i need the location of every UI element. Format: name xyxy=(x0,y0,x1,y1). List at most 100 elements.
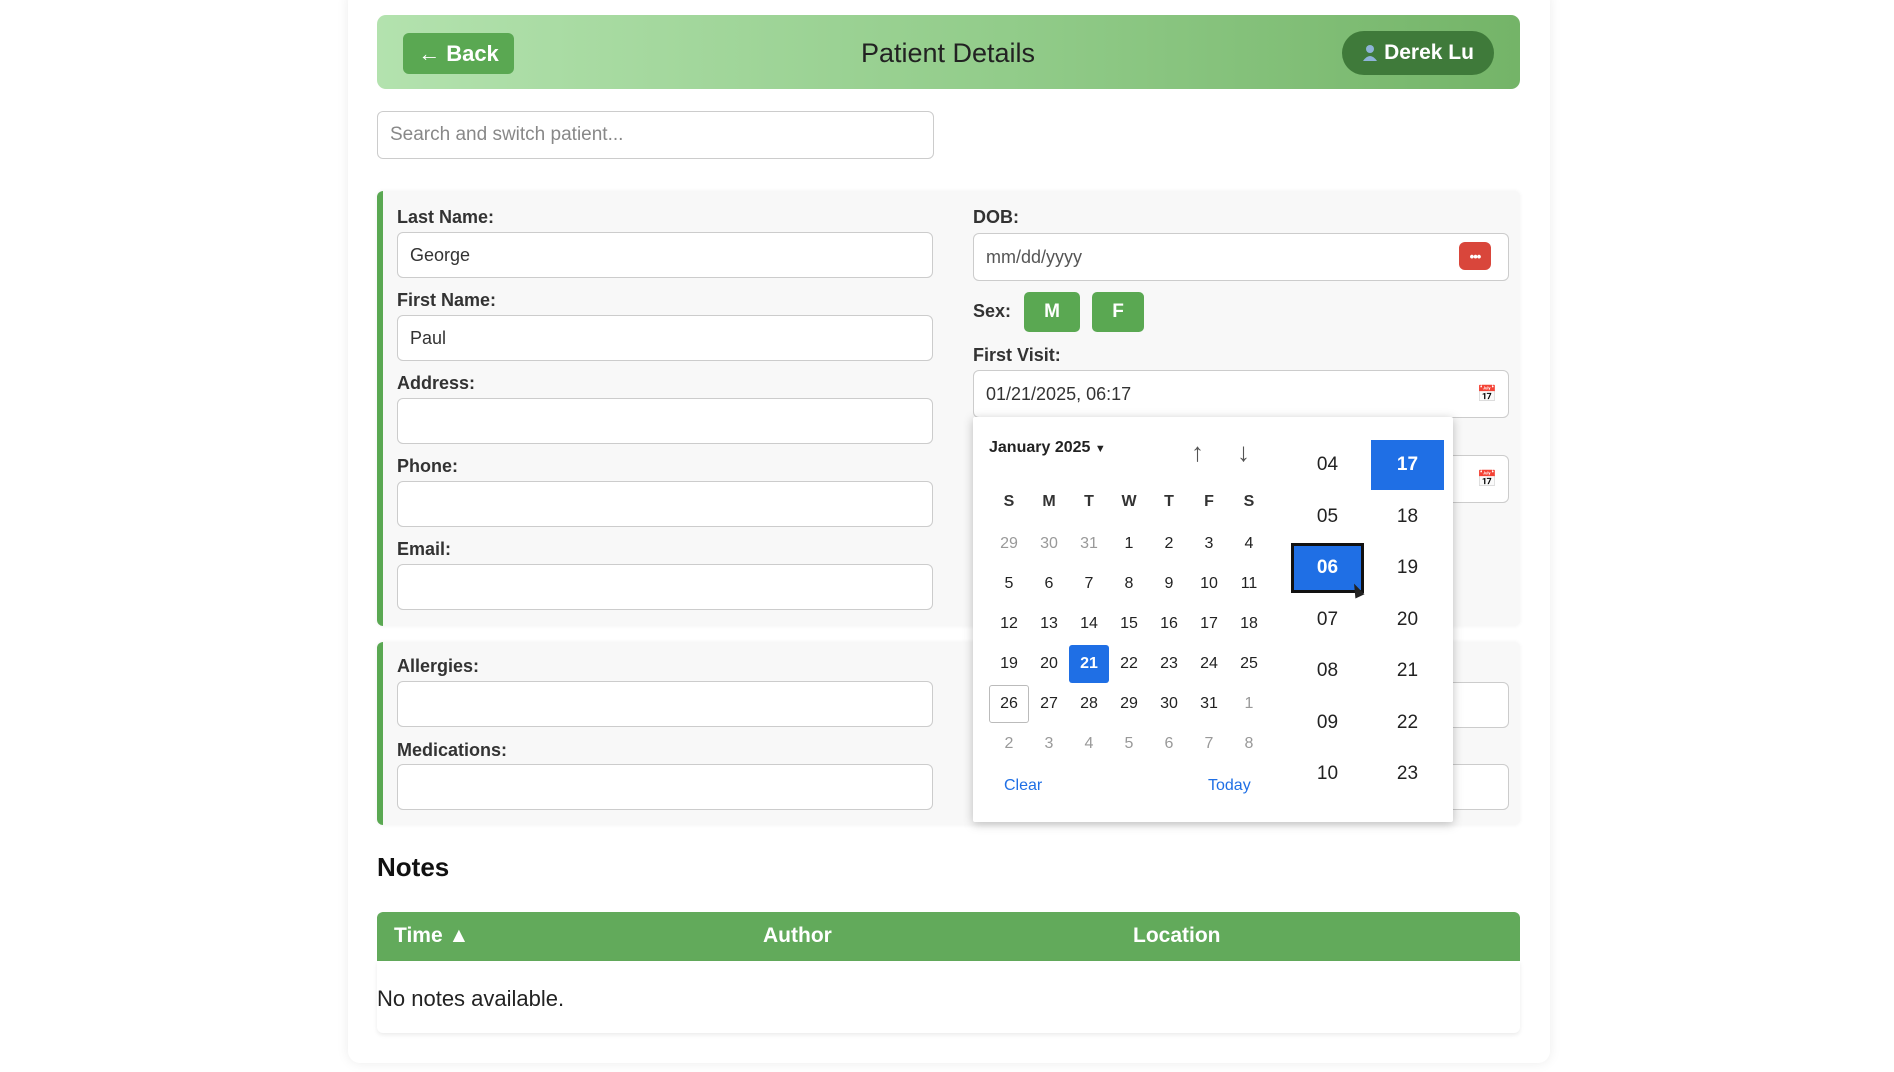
first-visit-label: First Visit: xyxy=(973,345,1061,365)
notes-title: Notes xyxy=(377,852,450,882)
calendar-day[interactable]: 1 xyxy=(1229,685,1269,723)
calendar-day[interactable]: 7 xyxy=(1069,565,1109,603)
calendar-day[interactable]: 18 xyxy=(1229,605,1269,643)
hour-option[interactable]: 05 xyxy=(1291,492,1364,542)
calendar-day[interactable]: 29 xyxy=(1109,685,1149,723)
medications-input[interactable] xyxy=(397,764,933,810)
dob-input[interactable]: mm/dd/yyyy xyxy=(973,233,1509,281)
weekday-label: T xyxy=(1164,493,1174,510)
clear-button[interactable]: Clear xyxy=(1004,777,1042,795)
calendar-day[interactable]: 25 xyxy=(1229,645,1269,683)
minute-option[interactable]: 19 xyxy=(1371,543,1444,593)
calendar-day[interactable]: 19 xyxy=(989,645,1029,683)
calendar-day[interactable]: 3 xyxy=(1189,525,1229,563)
back-button[interactable]: ← Back xyxy=(403,33,514,74)
email-input[interactable] xyxy=(397,564,933,610)
weekday-label: W xyxy=(1121,493,1137,510)
last-name-value: George xyxy=(410,244,471,265)
caret-down-icon: ▼ xyxy=(1094,443,1106,455)
address-input[interactable] xyxy=(397,398,933,444)
calendar-day[interactable]: 2 xyxy=(1149,525,1189,563)
last-name-input[interactable]: George xyxy=(397,232,933,278)
calendar-day[interactable]: 12 xyxy=(989,605,1029,643)
calendar-icon-2[interactable]: 📅 xyxy=(1477,469,1497,489)
hour-option[interactable]: 07 xyxy=(1291,595,1364,645)
calendar-day[interactable]: 31 xyxy=(1069,525,1109,563)
calendar-day[interactable]: 28 xyxy=(1069,685,1109,723)
first-name-input[interactable]: Paul xyxy=(397,315,933,361)
calendar-day[interactable]: 8 xyxy=(1109,565,1149,603)
calendar-day[interactable]: 5 xyxy=(1109,725,1149,763)
sex-button-f[interactable]: F xyxy=(1092,292,1144,332)
calendar-day[interactable]: 13 xyxy=(1029,605,1069,643)
dob-label: DOB: xyxy=(973,207,1019,227)
patient-search-input[interactable] xyxy=(377,111,934,159)
month-year-label: January 2025 xyxy=(989,439,1091,456)
more-options-icon[interactable]: ••• xyxy=(1459,242,1491,270)
calendar-day[interactable]: 4 xyxy=(1229,525,1269,563)
email-label: Email: xyxy=(397,539,452,559)
allergies-label: Allergies: xyxy=(397,656,480,676)
person-icon xyxy=(1363,45,1378,61)
calendar-day[interactable]: 24 xyxy=(1189,645,1229,683)
arrow-down-icon[interactable]: ↓ xyxy=(1237,437,1250,468)
calendar-day[interactable]: 29 xyxy=(989,525,1029,563)
minute-option[interactable]: 20 xyxy=(1371,595,1444,645)
hour-option[interactable]: 09 xyxy=(1291,698,1364,748)
calendar-day[interactable]: 22 xyxy=(1109,645,1149,683)
calendar-day[interactable]: 8 xyxy=(1229,725,1269,763)
phone-input[interactable] xyxy=(397,481,933,527)
calendar-day[interactable]: 4 xyxy=(1069,725,1109,763)
calendar-day[interactable]: 20 xyxy=(1029,645,1069,683)
hour-option[interactable]: 04 xyxy=(1291,440,1364,490)
calendar-day[interactable]: 30 xyxy=(1029,525,1069,563)
first-visit-value: 01/21/2025, 06:17 xyxy=(986,383,1132,404)
column-time[interactable]: Time ▲ xyxy=(394,924,469,948)
calendar-day[interactable]: 23 xyxy=(1149,645,1189,683)
calendar-day[interactable]: 5 xyxy=(989,565,1029,603)
calendar-icon[interactable]: 📅 xyxy=(1477,384,1497,404)
calendar-day[interactable]: 17 xyxy=(1189,605,1229,643)
month-year-dropdown[interactable]: January 2025 ▼ xyxy=(989,439,1106,457)
minute-option[interactable]: 22 xyxy=(1371,698,1444,748)
calendar-day[interactable]: 1 xyxy=(1109,525,1149,563)
calendar-day[interactable]: 30 xyxy=(1149,685,1189,723)
first-visit-input[interactable]: 01/21/2025, 06:17 xyxy=(973,370,1509,418)
allergies-input[interactable] xyxy=(397,681,933,727)
column-author[interactable]: Author xyxy=(763,924,832,948)
calendar-day[interactable]: 21 xyxy=(1069,645,1109,683)
arrow-up-icon[interactable]: ↑ xyxy=(1191,437,1204,468)
hour-option[interactable]: 10 xyxy=(1291,749,1364,799)
calendar-day[interactable]: 11 xyxy=(1229,565,1269,603)
last-name-label: Last Name: xyxy=(397,207,495,227)
calendar-day[interactable]: 10 xyxy=(1189,565,1229,603)
hour-option[interactable]: 08 xyxy=(1291,646,1364,696)
minute-option[interactable]: 23 xyxy=(1371,749,1444,799)
column-location[interactable]: Location xyxy=(1133,924,1221,948)
minute-option[interactable]: 21 xyxy=(1371,646,1444,696)
calendar-day[interactable]: 3 xyxy=(1029,725,1069,763)
user-menu-button[interactable]: Derek Lu xyxy=(1342,31,1494,75)
weekday-label: T xyxy=(1084,493,1094,510)
today-button[interactable]: Today xyxy=(1208,777,1251,795)
calendar-day[interactable]: 14 xyxy=(1069,605,1109,643)
minute-option[interactable]: 18 xyxy=(1371,492,1444,542)
notes-table-header xyxy=(377,912,1520,961)
calendar-day[interactable]: 26 xyxy=(989,685,1029,723)
calendar-day[interactable]: 9 xyxy=(1149,565,1189,603)
calendar-day[interactable]: 15 xyxy=(1109,605,1149,643)
calendar-day[interactable]: 31 xyxy=(1189,685,1229,723)
calendar-day[interactable]: 27 xyxy=(1029,685,1069,723)
empty-notes-message: No notes available. xyxy=(377,986,565,1011)
calendar-day[interactable]: 16 xyxy=(1149,605,1189,643)
weekday-label: F xyxy=(1204,493,1214,510)
calendar-day[interactable]: 2 xyxy=(989,725,1029,763)
sex-button-m[interactable]: M xyxy=(1024,292,1080,332)
calendar-day[interactable]: 6 xyxy=(1029,565,1069,603)
calendar-day[interactable]: 6 xyxy=(1149,725,1189,763)
sex-label: Sex: xyxy=(973,301,1012,321)
first-name-label: First Name: xyxy=(397,290,497,310)
page-title: Patient Details xyxy=(860,38,1036,68)
calendar-day[interactable]: 7 xyxy=(1189,725,1229,763)
minute-option[interactable]: 17 xyxy=(1371,440,1444,490)
